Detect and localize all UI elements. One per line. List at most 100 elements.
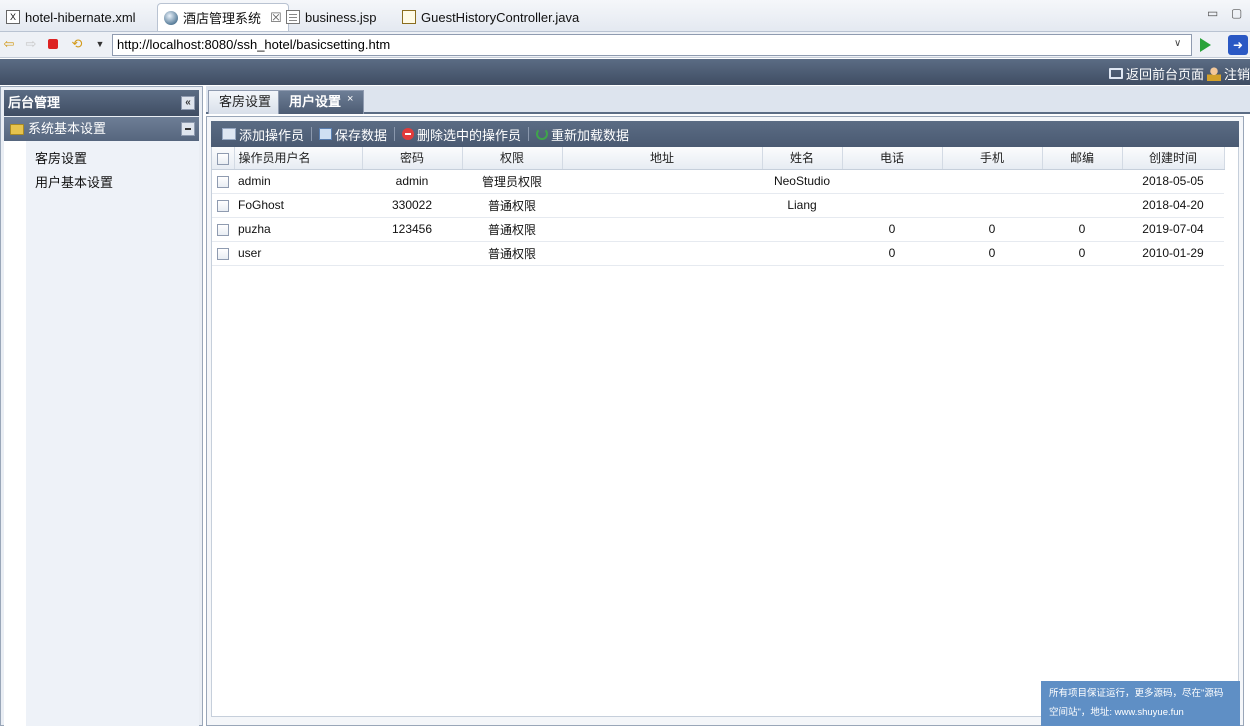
url-history-chevron-icon[interactable]: ∨ <box>1174 38 1181 49</box>
table-row[interactable]: puzha 123456 普通权限 0 0 0 2019-07-04 <box>212 217 1224 242</box>
table-cell[interactable]: puzha <box>234 217 362 242</box>
maximize-icon[interactable]: ▢ <box>1231 6 1242 20</box>
go-play-icon[interactable] <box>1200 38 1211 52</box>
external-browser-icon[interactable]: ➜ <box>1228 35 1248 55</box>
stop-icon[interactable] <box>48 39 58 49</box>
reload-data-button[interactable]: 重新加载数据 <box>531 125 634 144</box>
table-cell[interactable]: 2010-01-29 <box>1122 241 1224 266</box>
table-cell[interactable]: 普通权限 <box>462 241 562 266</box>
back-to-front-link[interactable]: 返回前台页面 <box>1109 64 1204 83</box>
toolbar-separator <box>394 127 396 141</box>
delete-selected-label: 删除选中的操作员 <box>417 127 522 143</box>
close-tab-icon[interactable]: × <box>347 93 353 105</box>
url-input[interactable]: http://localhost:8080/ssh_hotel/basicset… <box>112 34 1192 56</box>
table-cell[interactable]: 普通权限 <box>462 193 562 218</box>
row-checkbox[interactable] <box>217 247 229 260</box>
sidebar-item-user-settings[interactable]: 用户基本设置 <box>35 172 113 191</box>
table-cell[interactable] <box>562 193 762 218</box>
row-checkbox[interactable] <box>217 223 229 236</box>
table-cell[interactable]: 123456 <box>362 217 462 242</box>
browser-globe-icon <box>164 10 178 25</box>
reload-icon <box>536 128 549 140</box>
table-cell[interactable]: 2018-04-20 <box>1122 193 1224 218</box>
column-header[interactable]: 权限 <box>462 147 563 170</box>
editor-tab-hotel-hibernate-xml[interactable]: X hotel-hibernate.xml <box>0 4 142 30</box>
collapse-sidebar-icon[interactable]: « <box>181 96 195 110</box>
table-row[interactable]: user 普通权限 0 0 0 2010-01-29 <box>212 241 1224 266</box>
table-cell[interactable]: 0 <box>1042 217 1122 242</box>
toolbar-separator <box>311 127 313 141</box>
table-cell[interactable]: 2018-05-05 <box>1122 169 1224 194</box>
table-cell[interactable] <box>362 241 462 266</box>
table-cell[interactable]: NeoStudio <box>762 169 842 194</box>
tab-user-settings[interactable]: 用户设置 × <box>278 90 365 114</box>
table-cell[interactable] <box>762 217 842 242</box>
table-cell[interactable] <box>842 169 942 194</box>
refresh-icon[interactable]: ⟲ <box>70 37 84 51</box>
column-header[interactable]: 邮编 <box>1042 147 1123 170</box>
column-header[interactable]: 手机 <box>942 147 1043 170</box>
save-icon <box>319 128 333 140</box>
logout-link[interactable]: 注销 <box>1207 64 1250 83</box>
table-cell[interactable] <box>842 193 942 218</box>
editor-tab-label: 酒店管理系统 <box>183 11 262 26</box>
column-header[interactable]: 密码 <box>362 147 463 170</box>
table-cell[interactable]: admin <box>362 169 462 194</box>
editor-tab-business-jsp[interactable]: business.jsp <box>280 4 383 30</box>
row-checkbox[interactable] <box>217 199 229 212</box>
editor-tab-hotel-system[interactable]: 酒店管理系统 ☒ <box>157 3 289 31</box>
column-header[interactable]: 地址 <box>562 147 763 170</box>
table-cell[interactable] <box>942 169 1042 194</box>
table-row[interactable]: admin admin 管理员权限 NeoStudio 2018-05-05 <box>212 169 1224 194</box>
table-cell[interactable] <box>1042 169 1122 194</box>
tab-room-settings-label: 客房设置 <box>219 94 272 109</box>
column-header[interactable]: 创建时间 <box>1122 147 1225 170</box>
sidebar-item-room-settings[interactable]: 客房设置 <box>35 148 87 167</box>
column-header[interactable]: 电话 <box>842 147 943 170</box>
table-cell[interactable] <box>562 169 762 194</box>
table-cell[interactable] <box>942 193 1042 218</box>
add-operator-label: 添加操作员 <box>239 127 305 143</box>
editor-tab-label: GuestHistoryController.java <box>421 9 580 25</box>
table-cell[interactable]: 管理员权限 <box>462 169 562 194</box>
row-select-cell <box>212 193 234 218</box>
select-all-checkbox[interactable] <box>216 152 229 165</box>
table-cell[interactable]: 普通权限 <box>462 217 562 242</box>
table-cell[interactable] <box>762 241 842 266</box>
accordion-body: 客房设置 用户基本设置 <box>4 141 199 726</box>
table-cell[interactable]: 0 <box>942 217 1042 242</box>
table-cell[interactable]: 0 <box>942 241 1042 266</box>
forward-arrow-icon[interactable]: ⇨ <box>24 37 38 51</box>
table-cell[interactable]: Liang <box>762 193 842 218</box>
table-cell[interactable] <box>1042 193 1122 218</box>
column-header[interactable]: 操作员用户名 <box>234 147 363 170</box>
table-cell[interactable]: FoGhost <box>234 193 362 218</box>
minimize-icon[interactable]: ▭ <box>1207 6 1218 20</box>
back-arrow-icon[interactable]: ⇦ <box>2 37 16 51</box>
add-operator-button[interactable]: 添加操作员 <box>217 125 309 144</box>
table-cell[interactable]: 0 <box>842 241 942 266</box>
row-checkbox[interactable] <box>217 175 229 188</box>
column-header[interactable]: 姓名 <box>762 147 843 170</box>
collapse-section-icon[interactable] <box>181 122 195 136</box>
nav-dropdown-chevron-icon[interactable]: ▼ <box>93 37 107 51</box>
delete-selected-button[interactable]: 删除选中的操作员 <box>397 125 526 144</box>
row-select-cell <box>212 241 234 266</box>
tab-room-settings[interactable]: 客房设置 <box>208 90 283 114</box>
table-cell[interactable]: 0 <box>1042 241 1122 266</box>
operator-table: 操作员用户名 密码 权限 地址 姓名 电话 手机 邮编 创建时间 admin a… <box>212 147 1225 266</box>
editor-tab-guest-history-controller[interactable]: GuestHistoryController.java <box>396 4 585 30</box>
main-tab-bar: 客房设置 用户设置 × <box>206 86 1250 114</box>
table-cell[interactable]: 0 <box>842 217 942 242</box>
table-row[interactable]: FoGhost 330022 普通权限 Liang 2018-04-20 <box>212 193 1224 218</box>
table-cell[interactable]: 330022 <box>362 193 462 218</box>
grid-toolbar: 添加操作员 保存数据 删除选中的操作员 重新加载数据 <box>211 121 1239 147</box>
accordion-header-label: 系统基本设置 <box>28 121 107 136</box>
save-data-button[interactable]: 保存数据 <box>314 125 392 144</box>
table-cell[interactable] <box>562 241 762 266</box>
table-cell[interactable]: admin <box>234 169 362 194</box>
table-cell[interactable] <box>562 217 762 242</box>
accordion-header-basic-settings[interactable]: 系统基本设置 <box>4 117 199 141</box>
table-cell[interactable]: 2019-07-04 <box>1122 217 1224 242</box>
table-cell[interactable]: user <box>234 241 362 266</box>
